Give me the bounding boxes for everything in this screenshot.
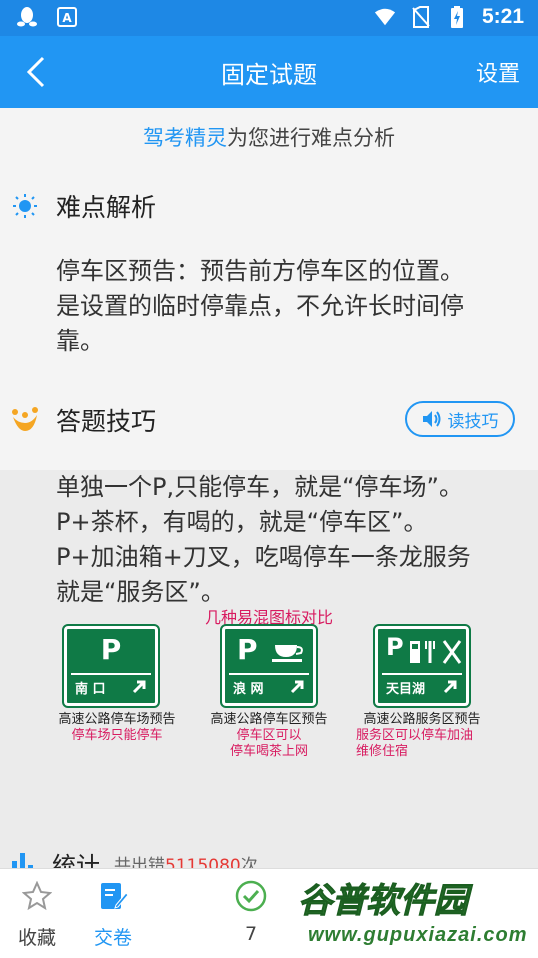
status-bar: A 5:21 <box>0 0 538 36</box>
svg-text:A: A <box>62 11 72 25</box>
parking-area-sign: P 浪 网 <box>220 624 318 708</box>
service-area-sign: P 天目湖 <box>373 624 471 708</box>
difficulty-body: 停车区预告：预告前方停车区的位置。是设置的临时停靠点，不允许长时间停靠。 <box>56 257 464 355</box>
check-circle-icon <box>234 879 268 913</box>
stats-prefix: 共出错 <box>114 856 165 868</box>
sign-symbol: P <box>100 633 122 666</box>
read-tips-button[interactable]: 读技巧 <box>405 401 515 437</box>
favorite-label: 收藏 <box>17 927 56 949</box>
arrow-up-right-icon <box>132 680 146 694</box>
sign-place: 天目湖 <box>386 681 426 697</box>
site-watermark: 谷普软件园 www.gupuxiazai.com <box>294 870 538 958</box>
sign-note: 服务区可以停车加油 维修住宿 <box>356 728 474 759</box>
submit-exam-label: 交卷 <box>93 927 132 949</box>
watermark-logo: 谷普软件园 <box>298 874 469 921</box>
stats-title: 统计 <box>52 852 100 868</box>
stats-section-header: 统计 共出错5115080次 <box>10 846 258 868</box>
analysis-intro: 驾考精灵为您进行难点分析 <box>0 122 538 152</box>
read-tips-label: 读技巧 <box>447 411 499 432</box>
sign-place: 南 口 <box>75 681 106 697</box>
settings-button[interactable]: 设置 <box>476 56 520 88</box>
signs-comparison-title: 几种易混图标对比 <box>204 608 333 627</box>
stats-suffix: 次 <box>240 856 258 868</box>
no-sim-icon <box>410 6 432 28</box>
qq-penguin-icon <box>16 6 38 28</box>
arrow-up-right-icon <box>290 680 304 694</box>
correct-count: 7 <box>244 923 258 945</box>
wifi-icon <box>374 6 396 28</box>
arrow-up-right-icon <box>443 680 457 694</box>
tips-crown-icon <box>10 405 40 435</box>
correct-count-tab[interactable]: 7 <box>216 875 286 945</box>
tips-title: 答题技巧 <box>56 407 157 436</box>
star-icon <box>20 879 54 913</box>
difficulty-section-header: 难点解析 <box>10 188 156 224</box>
edit-paper-icon <box>96 879 130 913</box>
submit-exam-tab[interactable]: 交卷 <box>78 875 148 950</box>
stats-error-count: 5115080 <box>165 856 241 868</box>
difficulty-title: 难点解析 <box>56 193 157 222</box>
analysis-content: 驾考精灵为您进行难点分析 难点解析 停车区预告：预告前方停车区的位置。是设置的临… <box>0 108 538 868</box>
watermark-text: 谷普软件园 <box>298 880 469 921</box>
brand-name: 驾考精灵 <box>143 126 227 150</box>
keyboard-a-icon: A <box>56 6 78 28</box>
analysis-intro-text: 为您进行难点分析 <box>227 126 395 150</box>
speaker-icon <box>422 411 440 427</box>
app-header: 固定试题 设置 <box>0 36 538 108</box>
sign-caption: 高速公路停车场预告 <box>58 712 176 727</box>
lightbulb-icon <box>10 191 40 221</box>
watermark-url: www.gupuxiazai.com <box>308 924 528 946</box>
parking-area-caption: 高速公路停车区预告 停车区可以 停车喝茶上网 <box>189 712 349 760</box>
status-time: 5:21 <box>481 5 524 28</box>
page-title: 固定试题 <box>221 61 317 89</box>
sign-note: 停车区可以 停车喝茶上网 <box>229 728 308 759</box>
bar-chart-icon <box>10 851 36 868</box>
service-area-caption: 高速公路服务区预告 服务区可以停车加油 维修住宿 <box>342 712 502 760</box>
stats-summary: 共出错5115080次 <box>114 851 258 868</box>
favorite-tab[interactable]: 收藏 <box>2 875 72 950</box>
parking-lot-caption: 高速公路停车场预告 停车场只能停车 <box>37 712 197 744</box>
tips-body: 单独一个P,只能停车，就是“停车场”。P+茶杯，有喝的，就是“停车区”。P+加油… <box>56 473 471 606</box>
sign-note: 停车场只能停车 <box>71 728 163 743</box>
sign-caption: 高速公路服务区预告 <box>363 712 481 727</box>
fuel-cutlery-icon <box>410 640 462 664</box>
sign-place: 浪 网 <box>233 681 264 697</box>
teacup-icon <box>272 645 303 662</box>
sign-caption: 高速公路停车区预告 <box>210 712 328 727</box>
parking-lot-sign: P 南 口 <box>62 624 160 708</box>
tips-section-header: 答题技巧 <box>10 402 156 438</box>
battery-charging-icon <box>446 6 468 28</box>
